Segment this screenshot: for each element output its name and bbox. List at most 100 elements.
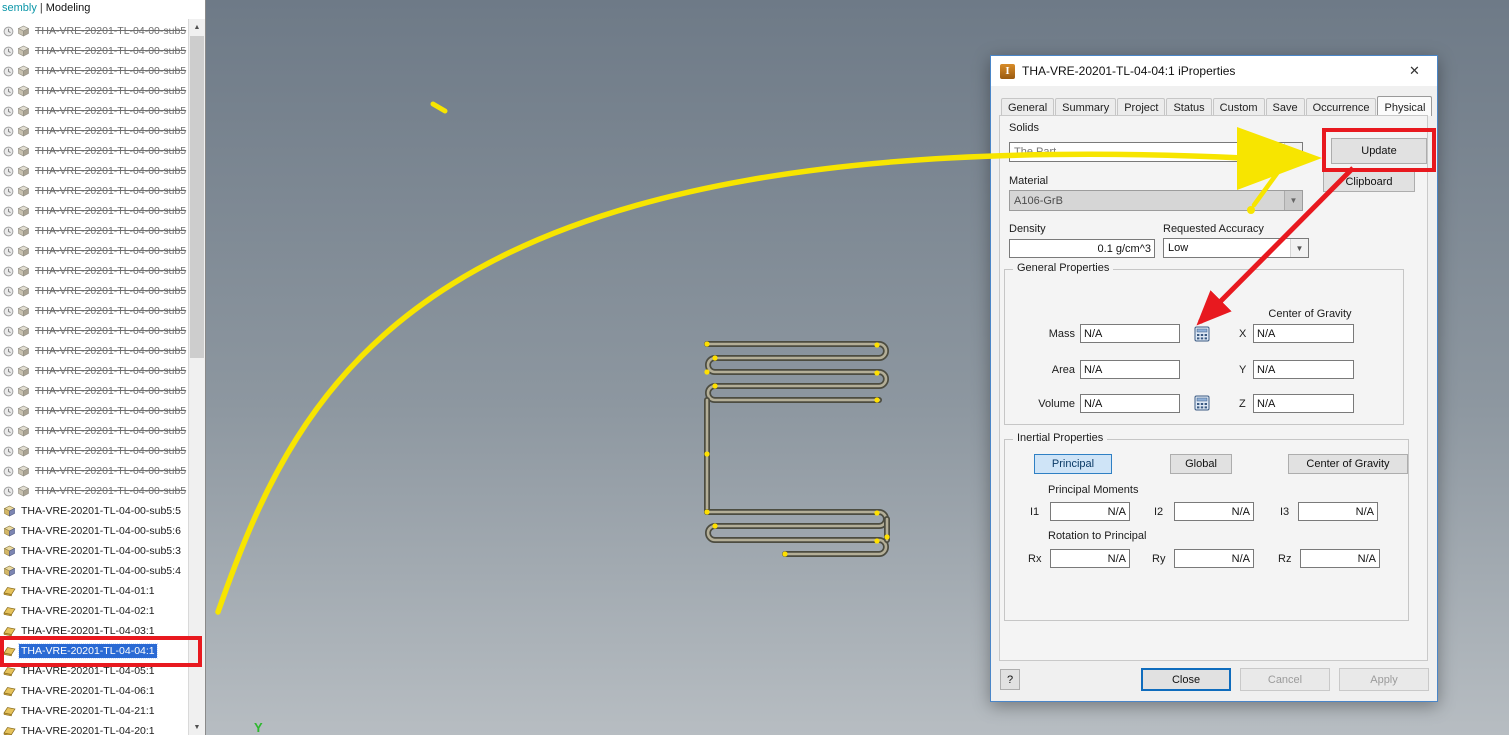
tree-row[interactable]: THA-VRE-20201-TL-04-00-sub5 — [0, 161, 188, 181]
tree-item-label: THA-VRE-20201-TL-04-20:1 — [21, 725, 155, 735]
tree-row[interactable]: THA-VRE-20201-TL-04-00-sub5:6 — [0, 521, 188, 541]
close-icon[interactable]: ✕ — [1392, 56, 1437, 86]
dialog-tab[interactable]: Custom — [1212, 98, 1265, 116]
scroll-up-icon[interactable]: ▲ — [189, 19, 205, 35]
tree-row[interactable]: THA-VRE-20201-TL-04-00-sub5 — [0, 341, 188, 361]
cancel-button[interactable]: Cancel — [1240, 668, 1330, 691]
tree-row[interactable]: THA-VRE-20201-TL-04-00-sub5 — [0, 221, 188, 241]
tree-row[interactable]: THA-VRE-20201-TL-04-20:1 — [0, 721, 188, 735]
accuracy-combo[interactable]: Low ▼ — [1163, 238, 1309, 258]
tree-scrollbar[interactable]: ▲ ▼ — [188, 19, 205, 735]
global-button[interactable]: Global — [1170, 454, 1232, 474]
tree-part-group: THA-VRE-20201-TL-04-01:1 THA-VRE-20201-T… — [0, 581, 188, 735]
tree-row[interactable]: THA-VRE-20201-TL-04-04:1 — [0, 641, 188, 661]
chevron-down-icon[interactable]: ▼ — [1284, 143, 1302, 161]
density-input[interactable] — [1009, 239, 1155, 258]
tree-row[interactable]: THA-VRE-20201-TL-04-00-sub5 — [0, 281, 188, 301]
tree-row[interactable]: THA-VRE-20201-TL-04-00-sub5 — [0, 141, 188, 161]
i2-input[interactable] — [1174, 502, 1254, 521]
cog-x-input[interactable] — [1253, 324, 1354, 343]
tree-row[interactable]: THA-VRE-20201-TL-04-00-sub5 — [0, 301, 188, 321]
close-button[interactable]: Close — [1141, 668, 1231, 691]
rz-input[interactable] — [1300, 549, 1380, 568]
principal-button[interactable]: Principal — [1034, 454, 1112, 474]
tree-row[interactable]: THA-VRE-20201-TL-04-00-sub5 — [0, 261, 188, 281]
scroll-down-icon[interactable]: ▼ — [189, 719, 205, 735]
inventor-app-icon: I — [1000, 63, 1015, 79]
tree-row[interactable]: THA-VRE-20201-TL-04-00-sub5 — [0, 21, 188, 41]
suppressed-clock-icon — [3, 426, 14, 437]
tree-row[interactable]: THA-VRE-20201-TL-04-03:1 — [0, 621, 188, 641]
tree-row[interactable]: THA-VRE-20201-TL-04-00-sub5 — [0, 101, 188, 121]
assembly-box-icon — [17, 185, 30, 197]
i3-input[interactable] — [1298, 502, 1378, 521]
i1-input[interactable] — [1050, 502, 1130, 521]
dialog-tab[interactable]: Save — [1265, 98, 1305, 116]
tab-modeling[interactable]: Modeling — [46, 2, 91, 14]
tree-row[interactable]: THA-VRE-20201-TL-04-05:1 — [0, 661, 188, 681]
tree-row[interactable]: THA-VRE-20201-TL-04-00-sub5 — [0, 321, 188, 341]
tree-item-label: THA-VRE-20201-TL-04-02:1 — [21, 605, 155, 617]
center-of-gravity-button[interactable]: Center of Gravity — [1288, 454, 1408, 474]
tree-row[interactable]: THA-VRE-20201-TL-04-00-sub5 — [0, 181, 188, 201]
apply-button[interactable]: Apply — [1339, 668, 1429, 691]
cog-y-input[interactable] — [1253, 360, 1354, 379]
dialog-tab[interactable]: Status — [1166, 98, 1212, 116]
cog-z-input[interactable] — [1253, 394, 1354, 413]
chevron-down-icon: ▼ — [1284, 191, 1302, 210]
tree-item-label: THA-VRE-20201-TL-04-21:1 — [21, 705, 155, 717]
tree-row[interactable]: THA-VRE-20201-TL-04-00-sub5 — [0, 81, 188, 101]
update-button[interactable]: Update — [1331, 138, 1427, 164]
tree-row[interactable]: THA-VRE-20201-TL-04-06:1 — [0, 681, 188, 701]
assembly-box-icon — [17, 125, 30, 137]
tree-row[interactable]: THA-VRE-20201-TL-04-00-sub5:3 — [0, 541, 188, 561]
tree-row[interactable]: THA-VRE-20201-TL-04-00-sub5 — [0, 401, 188, 421]
part-plate-icon — [3, 685, 16, 697]
dialog-tab[interactable]: Occurrence — [1305, 98, 1377, 116]
dialog-tab[interactable]: General — [1001, 98, 1055, 116]
chevron-down-icon[interactable]: ▼ — [1290, 239, 1308, 257]
suppressed-clock-icon — [3, 386, 14, 397]
tree-row[interactable]: THA-VRE-20201-TL-04-00-sub5 — [0, 421, 188, 441]
area-input[interactable] — [1080, 360, 1180, 379]
browser-panel: sembly | Modeling THA-VRE-20201-TL-04-00-s… — [0, 0, 206, 735]
tree-row[interactable]: THA-VRE-20201-TL-04-00-sub5 — [0, 41, 188, 61]
tree-row[interactable]: THA-VRE-20201-TL-04-00-sub5 — [0, 461, 188, 481]
mass-input[interactable] — [1080, 324, 1180, 343]
model-3d-tube-coil[interactable] — [689, 334, 911, 599]
scrollbar-thumb[interactable] — [190, 36, 204, 358]
tree-row[interactable]: THA-VRE-20201-TL-04-00-sub5 — [0, 481, 188, 501]
help-button[interactable]: ? — [1000, 669, 1020, 690]
tree-row[interactable]: THA-VRE-20201-TL-04-00-sub5 — [0, 241, 188, 261]
tab-assembly[interactable]: sembly — [2, 2, 37, 14]
rotation-to-principal-label: Rotation to Principal — [1048, 530, 1147, 542]
tree-row[interactable]: THA-VRE-20201-TL-04-00-sub5 — [0, 61, 188, 81]
tree-row[interactable]: THA-VRE-20201-TL-04-00-sub5:5 — [0, 501, 188, 521]
mass-label: Mass — [1048, 328, 1075, 340]
tree-row[interactable]: THA-VRE-20201-TL-04-00-sub5:4 — [0, 561, 188, 581]
dialog-tab[interactable]: Physical — [1377, 96, 1433, 116]
tree-row[interactable]: THA-VRE-20201-TL-04-00-sub5 — [0, 381, 188, 401]
tree-row[interactable]: THA-VRE-20201-TL-04-02:1 — [0, 601, 188, 621]
tree-row[interactable]: THA-VRE-20201-TL-04-21:1 — [0, 701, 188, 721]
suppressed-clock-icon — [3, 46, 14, 57]
calculator-icon[interactable] — [1193, 325, 1211, 343]
clipboard-button[interactable]: Clipboard — [1323, 171, 1415, 192]
solids-combo[interactable]: The Part ▼ — [1009, 142, 1303, 162]
tree-row[interactable]: THA-VRE-20201-TL-04-00-sub5 — [0, 441, 188, 461]
tree-item-label: THA-VRE-20201-TL-04-00-sub5:5 — [21, 505, 181, 517]
assembly-box-icon — [3, 565, 16, 577]
tree-row[interactable]: THA-VRE-20201-TL-04-00-sub5 — [0, 201, 188, 221]
tree-row[interactable]: THA-VRE-20201-TL-04-00-sub5 — [0, 121, 188, 141]
tree-item-label: THA-VRE-20201-TL-04-00-sub5 — [35, 225, 187, 237]
dialog-tab[interactable]: Summary — [1055, 98, 1117, 116]
dialog-titlebar[interactable]: I THA-VRE-20201-TL-04-04:1 iProperties ✕ — [991, 56, 1437, 86]
ry-input[interactable] — [1174, 549, 1254, 568]
volume-input[interactable] — [1080, 394, 1180, 413]
rx-input[interactable] — [1050, 549, 1130, 568]
material-combo[interactable]: A106-GrB ▼ — [1009, 190, 1303, 211]
tree-row[interactable]: THA-VRE-20201-TL-04-01:1 — [0, 581, 188, 601]
dialog-tab[interactable]: Project — [1117, 98, 1166, 116]
tree-row[interactable]: THA-VRE-20201-TL-04-00-sub5 — [0, 361, 188, 381]
calculator-icon[interactable] — [1193, 394, 1211, 412]
